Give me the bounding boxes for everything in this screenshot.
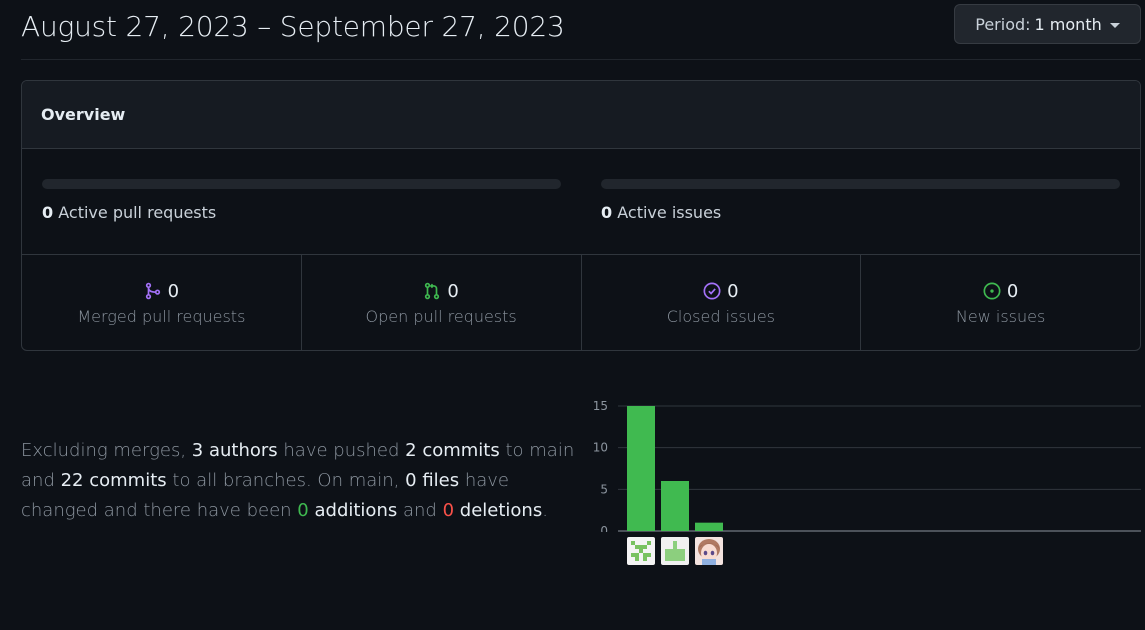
active-issues-count: 0 — [601, 203, 613, 222]
overview-stats: 0 Merged pull requests 0 Open pull reque… — [22, 255, 1140, 350]
additions-label: additions — [314, 500, 398, 521]
stat-open-prs-label: Open pull requests — [365, 306, 517, 326]
period-label: Period: — [975, 14, 1031, 34]
overview-header: Overview — [22, 81, 1140, 149]
avatar-author-3[interactable] — [695, 537, 723, 565]
y-tick-label: 0 — [600, 524, 608, 532]
deletions-count: 0 — [442, 500, 455, 521]
period-dropdown-button[interactable]: Period: 1 month — [954, 4, 1141, 44]
summary-text: . — [542, 500, 548, 521]
additions-count: 0 — [297, 500, 309, 521]
anime-avatar — [698, 539, 720, 565]
stat-new-issues-count: 0 — [1006, 280, 1019, 302]
git-pull-request-icon — [425, 282, 440, 300]
y-tick-label: 15 — [593, 399, 608, 413]
commits-summary: Excluding merges, 3 authors have pushed … — [21, 436, 581, 526]
y-tick-label: 10 — [593, 441, 608, 455]
header-divider — [21, 59, 1141, 60]
authors-count: 3 authors — [191, 440, 278, 461]
stat-closed-issues-label: Closed issues — [666, 306, 775, 326]
commit-bar[interactable] — [661, 481, 689, 531]
active-prs-link[interactable]: 0 Active pull requests — [42, 203, 216, 222]
active-prs-bar — [42, 179, 561, 189]
stat-new-issues[interactable]: 0 New issues — [861, 255, 1140, 350]
stat-merged-prs-count: 0 — [167, 280, 180, 302]
commit-bar[interactable] — [627, 406, 655, 531]
identicon-2 — [665, 541, 685, 561]
stat-new-issues-label: New issues — [955, 306, 1046, 326]
avatar-author-2[interactable] — [661, 537, 689, 565]
issue-closed-icon — [703, 282, 721, 300]
commit-bar[interactable] — [695, 522, 723, 531]
deletions-label: deletions — [459, 500, 543, 521]
stat-merged-prs[interactable]: 0 Merged pull requests — [22, 255, 302, 350]
stat-open-prs[interactable]: 0 Open pull requests — [302, 255, 582, 350]
git-merge-icon — [145, 282, 160, 300]
commits-main-count: 2 commits — [405, 440, 500, 461]
overview-activity: 0 Active pull requests 0 Active issues — [22, 149, 1140, 255]
summary-text: to all branches. On main, — [172, 470, 400, 491]
active-issues-label: Active issues — [617, 203, 722, 222]
active-prs-label: Active pull requests — [58, 203, 217, 222]
stat-closed-issues-count: 0 — [727, 280, 739, 302]
summary-text: have pushed — [283, 440, 400, 461]
commits-by-author-chart: 0 5 10 15 — [588, 392, 1145, 572]
overview-card: Overview 0 Active pull requests 0 Active… — [21, 80, 1141, 351]
stat-open-prs-count: 0 — [447, 280, 459, 302]
active-issues-link[interactable]: 0 Active issues — [601, 203, 721, 222]
identicon-1 — [631, 541, 651, 561]
commits-bar-chart: 0 5 10 15 — [593, 399, 1141, 538]
issue-opened-icon — [983, 282, 1001, 300]
active-issues-bar — [601, 179, 1120, 189]
summary-text: Excluding merges, — [21, 440, 187, 461]
avatar-author-1[interactable] — [627, 537, 655, 565]
active-prs-count: 0 — [42, 203, 54, 222]
caret-down-icon — [1109, 22, 1120, 28]
pulse-page: August 27, 2023 – September 27, 2023 Per… — [0, 0, 1145, 630]
commits-all-count: 22 commits — [60, 470, 167, 491]
y-tick-label: 5 — [600, 482, 608, 496]
date-range-title: August 27, 2023 – September 27, 2023 — [21, 10, 565, 43]
files-changed-count: 0 files — [405, 470, 460, 491]
summary-text: and — [402, 500, 437, 521]
period-value: 1 month — [1034, 14, 1102, 34]
stat-merged-prs-label: Merged pull requests — [77, 306, 246, 326]
stat-closed-issues[interactable]: 0 Closed issues — [582, 255, 862, 350]
